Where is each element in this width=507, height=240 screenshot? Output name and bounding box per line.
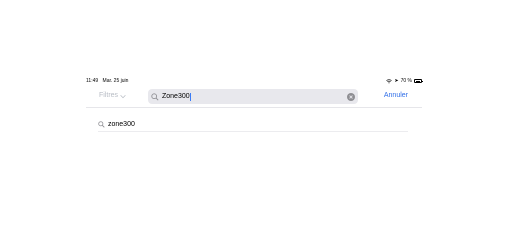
- search-icon: [98, 121, 105, 128]
- battery-icon: [414, 79, 423, 83]
- status-date: Mar. 25 juin: [102, 78, 129, 84]
- status-left: 11:49 Mar. 25 juin: [86, 77, 128, 85]
- location-icon: ➤: [394, 78, 399, 84]
- search-field[interactable]: Zone300: [148, 89, 358, 104]
- status-right: ➤ 70 %: [386, 77, 423, 85]
- nav-divider: [86, 107, 422, 108]
- search-input[interactable]: Zone300: [162, 92, 190, 102]
- chevron-down-icon: [120, 94, 126, 98]
- search-icon: [151, 92, 159, 101]
- suggestion-item[interactable]: zone300: [98, 118, 408, 131]
- battery-percent: 70 %: [400, 78, 412, 84]
- filters-label: Filtres: [99, 92, 119, 99]
- clear-icon[interactable]: [347, 92, 355, 101]
- suggestion-divider: [98, 131, 408, 132]
- filters-button[interactable]: Filtres: [99, 91, 126, 101]
- text-cursor: [190, 92, 191, 101]
- status-bar: 11:49 Mar. 25 juin ➤ 70 %: [86, 77, 423, 85]
- search-nav-bar: Filtres Zone300 Annuler: [86, 87, 422, 106]
- cancel-button[interactable]: Annuler: [384, 91, 408, 101]
- status-time: 11:49: [86, 78, 99, 84]
- suggestion-label: zone300: [108, 120, 135, 128]
- wifi-icon: [386, 78, 393, 83]
